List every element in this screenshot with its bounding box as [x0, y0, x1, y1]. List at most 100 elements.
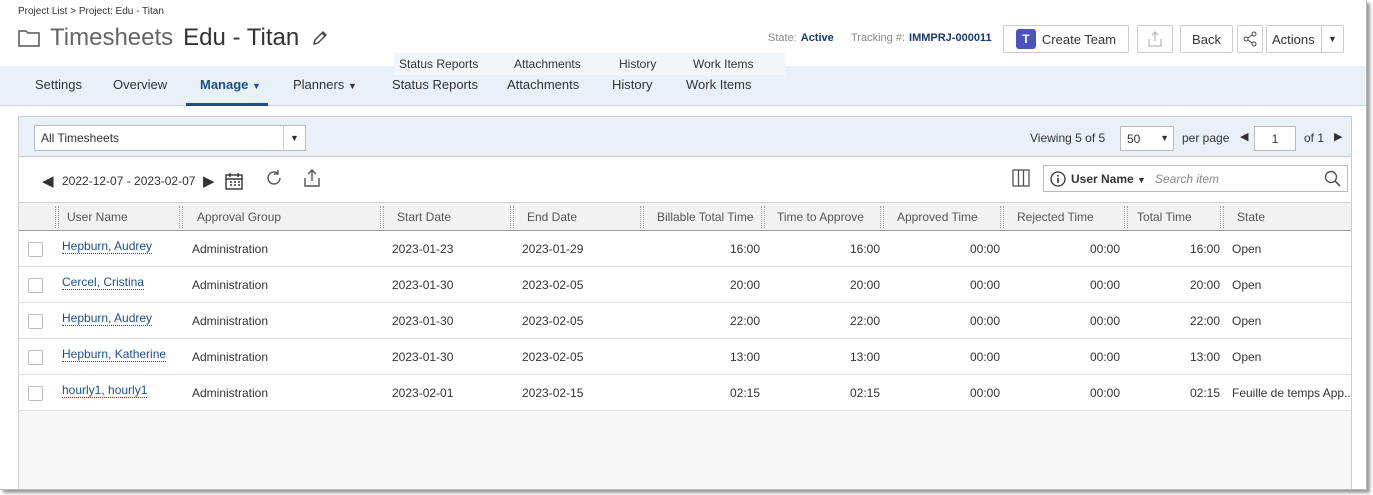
tab-overview[interactable]: Overview [113, 77, 167, 92]
export-icon[interactable] [302, 168, 322, 188]
column-resize-handle[interactable] [179, 206, 183, 228]
col-start-date[interactable]: Start Date [397, 210, 451, 224]
table-row[interactable]: hourly1, hourly1 Administration 2023-02-… [19, 375, 1351, 411]
search-icon[interactable] [1324, 170, 1341, 187]
col-approval-group[interactable]: Approval Group [197, 210, 281, 224]
share-icon [1243, 31, 1257, 47]
chevron-down-icon[interactable]: ▼ [1321, 26, 1343, 52]
col-state[interactable]: State [1237, 210, 1265, 224]
user-name-link[interactable]: Cercel, Cristina [62, 275, 145, 290]
popup-tab-work-items[interactable]: Work Items [693, 57, 753, 71]
cell-total-time: 02:15 [1189, 386, 1220, 400]
date-range: 2022-12-07 - 2023-02-07 [62, 174, 196, 188]
prev-range-icon[interactable]: ◀ [42, 172, 54, 190]
cell-state: Open [1232, 350, 1262, 364]
cell-billable-total-time: 22:00 [729, 314, 760, 328]
cell-approval-group: Administration [192, 386, 269, 400]
row-checkbox[interactable] [28, 242, 43, 257]
back-button[interactable]: Back [1180, 25, 1233, 53]
next-page-icon[interactable]: ▶ [1334, 130, 1342, 143]
row-checkbox[interactable] [28, 386, 43, 401]
column-resize-handle[interactable] [55, 206, 59, 228]
create-team-button[interactable]: T Create Team [1003, 25, 1129, 53]
search-field-select[interactable]: User Name ▼ [1071, 172, 1146, 186]
popup-tab-history[interactable]: History [619, 57, 656, 71]
column-resize-handle[interactable] [880, 206, 884, 228]
table-row[interactable]: Hepburn, Audrey Administration 2023-01-2… [19, 231, 1351, 267]
user-name-link[interactable]: Hepburn, Audrey [62, 239, 153, 254]
chevron-down-icon[interactable]: ▼ [283, 126, 305, 150]
breadcrumb[interactable]: Project List > Project: Edu - Titan [18, 6, 164, 17]
cell-start-date: 2023-01-30 [392, 278, 454, 292]
user-name-link[interactable]: hourly1, hourly1 [62, 383, 148, 398]
tracking-label: Tracking #: [851, 32, 906, 44]
cell-approval-group: Administration [192, 314, 269, 328]
cell-start-date: 2023-01-30 [392, 350, 454, 364]
export-icon [1148, 31, 1162, 47]
cell-approval-group: Administration [192, 242, 269, 256]
col-total-time[interactable]: Total Time [1137, 210, 1192, 224]
search-input[interactable]: Search item [1155, 172, 1219, 186]
chevron-down-icon: ▼ [252, 81, 261, 91]
next-range-icon[interactable]: ▶ [203, 172, 215, 190]
pencil-icon[interactable] [311, 29, 329, 47]
tab-settings[interactable]: Settings [35, 77, 82, 92]
table-row[interactable]: Hepburn, Katherine Administration 2023-0… [19, 339, 1351, 375]
grid-empty-area [19, 412, 1351, 489]
viewing-label: Viewing [1030, 131, 1072, 145]
cell-time-to-approve: 22:00 [849, 314, 880, 328]
chevron-down-icon: ▼ [1160, 133, 1169, 143]
grid-toolbar: ◀ 2022-12-07 - 2023-02-07 ▶ User Name ▼ … [19, 158, 1351, 202]
col-time-to-approve[interactable]: Time to Approve [777, 210, 864, 224]
export-button[interactable] [1137, 25, 1173, 53]
row-checkbox[interactable] [28, 350, 43, 365]
cell-time-to-approve: 02:15 [849, 386, 880, 400]
search-box[interactable]: User Name ▼ Search item [1043, 165, 1348, 192]
row-checkbox[interactable] [28, 278, 43, 293]
column-resize-handle[interactable] [1124, 206, 1128, 228]
column-resize-handle[interactable] [510, 206, 514, 228]
share-button[interactable] [1237, 25, 1263, 53]
tab-history[interactable]: History [612, 77, 652, 92]
popup-tab-attachments[interactable]: Attachments [514, 57, 581, 71]
cell-time-to-approve: 20:00 [849, 278, 880, 292]
cell-state: Open [1232, 242, 1262, 256]
column-resize-handle[interactable] [380, 206, 384, 228]
table-row[interactable]: Hepburn, Audrey Administration 2023-01-3… [19, 303, 1351, 339]
user-name-link[interactable]: Hepburn, Audrey [62, 311, 153, 326]
tab-planners[interactable]: Planners ▼ [293, 77, 357, 92]
col-rejected-time[interactable]: Rejected Time [1017, 210, 1094, 224]
col-billable-total-time[interactable]: Billable Total Time [657, 210, 754, 224]
tab-work-items[interactable]: Work Items [686, 77, 752, 92]
cell-approved-time: 00:00 [969, 386, 1000, 400]
create-team-label: Create Team [1041, 31, 1117, 47]
per-page-select[interactable]: 50 ▼ [1120, 126, 1174, 151]
prev-page-icon[interactable]: ◀ [1240, 130, 1248, 143]
column-resize-handle[interactable] [761, 206, 765, 228]
row-checkbox[interactable] [28, 314, 43, 329]
cell-total-time: 22:00 [1189, 314, 1220, 328]
cell-billable-total-time: 16:00 [729, 242, 760, 256]
actions-button[interactable]: Actions ▼ [1266, 25, 1344, 53]
columns-icon[interactable] [1012, 169, 1030, 187]
column-resize-handle[interactable] [640, 206, 644, 228]
column-resize-handle[interactable] [1000, 206, 1004, 228]
col-user-name[interactable]: User Name [67, 210, 128, 224]
cell-state: Feuille de temps App... [1232, 386, 1351, 400]
timesheet-filter-value: All Timesheets [41, 131, 120, 145]
calendar-icon[interactable] [225, 172, 243, 190]
refresh-icon[interactable] [264, 168, 284, 188]
col-approved-time[interactable]: Approved Time [897, 210, 978, 224]
tab-attachments[interactable]: Attachments [507, 77, 579, 92]
popup-tab-status-reports[interactable]: Status Reports [399, 57, 478, 71]
active-tab-indicator [186, 103, 268, 106]
actions-label: Actions [1272, 31, 1315, 47]
user-name-link[interactable]: Hepburn, Katherine [62, 347, 167, 362]
timesheet-filter-select[interactable]: All Timesheets ▼ [34, 125, 306, 151]
page-input[interactable]: 1 [1254, 126, 1296, 151]
col-end-date[interactable]: End Date [527, 210, 577, 224]
table-row[interactable]: Cercel, Cristina Administration 2023-01-… [19, 267, 1351, 303]
tab-status-reports[interactable]: Status Reports [392, 77, 478, 92]
tab-manage[interactable]: Manage ▼ [200, 77, 261, 92]
column-resize-handle[interactable] [1220, 206, 1224, 228]
